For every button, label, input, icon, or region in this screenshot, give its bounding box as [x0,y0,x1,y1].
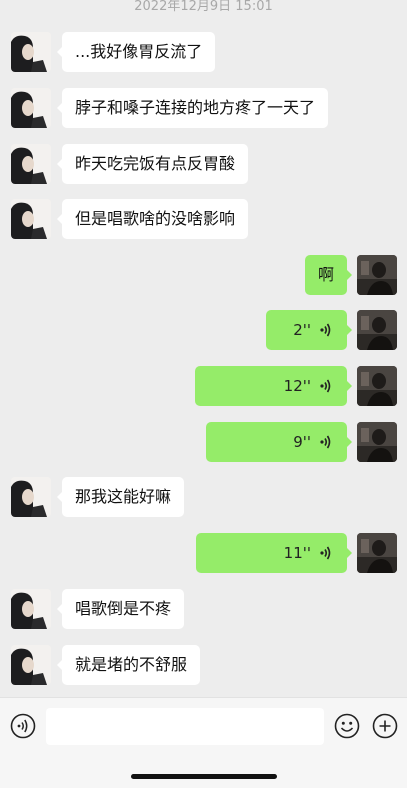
emoji-icon[interactable] [334,713,360,739]
my-avatar[interactable] [357,422,397,462]
my-avatar[interactable] [357,255,397,295]
chat-timestamp: 2022年12月9日 15:01 [134,0,273,14]
contact-avatar[interactable] [11,32,51,72]
my-avatar[interactable] [357,533,397,573]
contact-avatar[interactable] [11,477,51,517]
plus-icon[interactable] [372,713,398,739]
message-row: 啊 [0,255,407,297]
message-text: 就是堵的不舒服 [75,655,188,674]
message-row: 2'' [0,310,407,352]
voice-duration: 11'' [283,544,311,562]
message-text: ...我好像胃反流了 [75,42,203,61]
contact-avatar[interactable] [11,144,51,184]
voice-duration: 2'' [293,321,311,339]
message-row: 11'' [0,533,407,575]
voice-wave-icon [320,379,331,393]
message-row: 但是唱歌啥的没啥影响 [0,199,407,241]
voice-message-bubble[interactable]: 2'' [266,310,352,350]
message-bubble[interactable]: ...我好像胃反流了 [56,32,216,72]
message-text: 啊 [317,265,334,284]
my-avatar[interactable] [357,366,397,406]
message-text: 昨天吃完饭有点反胃酸 [75,154,236,173]
voice-wave-icon [320,435,331,449]
voice-message-bubble[interactable]: 11'' [196,533,352,573]
message-bubble[interactable]: 脖子和嗓子连接的地方疼了一天了 [56,88,329,128]
contact-avatar[interactable] [11,88,51,128]
voice-duration: 12'' [283,377,311,395]
message-row: 昨天吃完饭有点反胃酸 [0,144,407,186]
message-text: 唱歌倒是不疼 [75,599,172,618]
voice-duration: 9'' [293,433,311,451]
message-row: 9'' [0,422,407,464]
message-bubble[interactable]: 唱歌倒是不疼 [56,589,185,629]
contact-avatar[interactable] [11,645,51,685]
voice-wave-icon [320,546,331,560]
message-row: 唱歌倒是不疼 [0,589,407,631]
voice-input-icon[interactable] [10,713,36,739]
voice-message-bubble[interactable]: 12'' [195,366,352,406]
message-text: 脖子和嗓子连接的地方疼了一天了 [75,98,316,117]
message-text: 那我这能好嘛 [75,487,172,506]
message-input[interactable] [46,708,324,745]
message-row: 脖子和嗓子连接的地方疼了一天了 [0,88,407,130]
voice-wave-icon [320,323,331,337]
message-bubble[interactable]: 昨天吃完饭有点反胃酸 [56,144,249,184]
message-bubble[interactable]: 就是堵的不舒服 [56,645,201,685]
message-row: 12'' [0,366,407,408]
message-row: 就是堵的不舒服 [0,645,407,687]
contact-avatar[interactable] [11,199,51,239]
message-row: 那我这能好嘛 [0,477,407,519]
contact-avatar[interactable] [11,589,51,629]
home-indicator[interactable] [131,774,277,779]
voice-message-bubble[interactable]: 9'' [206,422,352,462]
message-text: 但是唱歌啥的没啥影响 [75,209,236,228]
message-bubble[interactable]: 啊 [304,255,353,295]
message-bubble[interactable]: 但是唱歌啥的没啥影响 [56,199,249,239]
chat-input-bar [0,697,407,788]
message-row: ...我好像胃反流了 [0,32,407,74]
my-avatar[interactable] [357,310,397,350]
message-bubble[interactable]: 那我这能好嘛 [56,477,185,517]
